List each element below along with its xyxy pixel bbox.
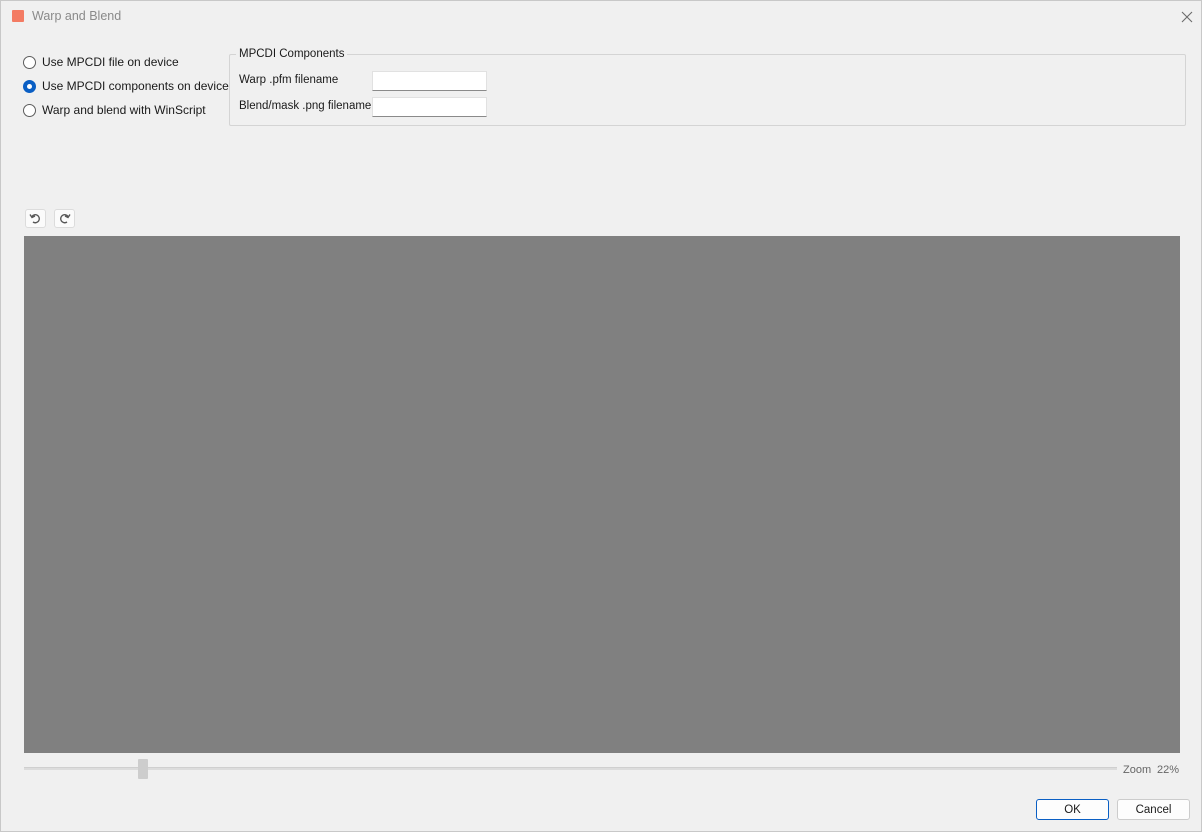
group-legend: MPCDI Components — [236, 48, 348, 60]
cancel-button[interactable]: Cancel — [1117, 799, 1190, 820]
title-bar: Warp and Blend — [1, 1, 1201, 33]
radio-button-selected[interactable] — [23, 79, 36, 93]
close-button[interactable] — [1173, 3, 1201, 31]
undo-icon — [29, 214, 40, 224]
undo-button[interactable] — [25, 209, 46, 228]
zoom-slider-thumb[interactable] — [138, 759, 148, 779]
option-mpcdi-file[interactable]: Use MPCDI file on device — [23, 53, 179, 71]
blend-filename-input[interactable] — [372, 97, 487, 117]
option-mpcdi-components[interactable]: Use MPCDI components on device — [23, 77, 229, 95]
zoom-label: Zoom — [1123, 764, 1152, 776]
option-label: Use MPCDI file on device — [42, 55, 179, 69]
blend-filename-label: Blend/mask .png filename — [239, 100, 372, 112]
warp-blend-dialog: Warp and Blend Use MPCDI file on device … — [0, 0, 1202, 832]
app-icon — [12, 10, 24, 22]
preview-canvas[interactable] — [24, 236, 1180, 753]
option-label: Use MPCDI components on device — [42, 79, 229, 93]
warp-filename-input[interactable] — [372, 71, 487, 91]
radio-button[interactable] — [23, 103, 36, 117]
option-winscript[interactable]: Warp and blend with WinScript — [23, 101, 206, 119]
zoom-value: 22% — [1157, 764, 1180, 776]
redo-icon — [60, 214, 71, 224]
radio-button[interactable] — [23, 55, 36, 69]
ok-button[interactable]: OK — [1036, 799, 1109, 820]
close-icon — [1181, 11, 1193, 23]
option-label: Warp and blend with WinScript — [42, 103, 206, 117]
warp-filename-label: Warp .pfm filename — [239, 74, 339, 86]
redo-button[interactable] — [54, 209, 75, 228]
window-title: Warp and Blend — [32, 9, 122, 23]
zoom-slider-track[interactable] — [24, 767, 1117, 770]
